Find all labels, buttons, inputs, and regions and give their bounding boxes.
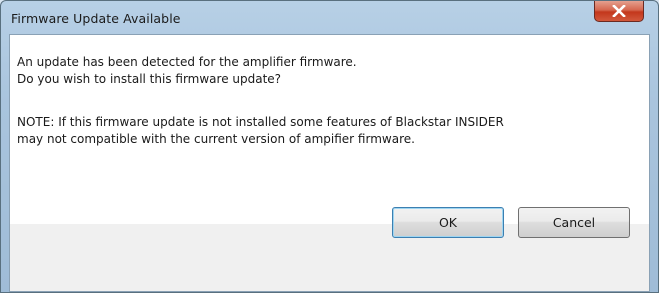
note-line-1: NOTE: If this firmware update is not ins… xyxy=(17,115,504,129)
close-button[interactable] xyxy=(594,1,644,22)
close-x-icon xyxy=(595,1,643,21)
title-bar[interactable]: Firmware Update Available xyxy=(1,1,658,35)
dialog-window: Firmware Update Available An update has … xyxy=(0,0,659,293)
cancel-button[interactable]: Cancel xyxy=(518,207,630,238)
note-line-2: may not compatible with the current vers… xyxy=(17,132,415,146)
ok-button[interactable]: OK xyxy=(392,207,504,238)
window-title: Firmware Update Available xyxy=(11,11,181,26)
message-line-2: Do you wish to install this firmware upd… xyxy=(17,72,282,86)
message-line-1: An update has been detected for the ampl… xyxy=(17,55,357,69)
